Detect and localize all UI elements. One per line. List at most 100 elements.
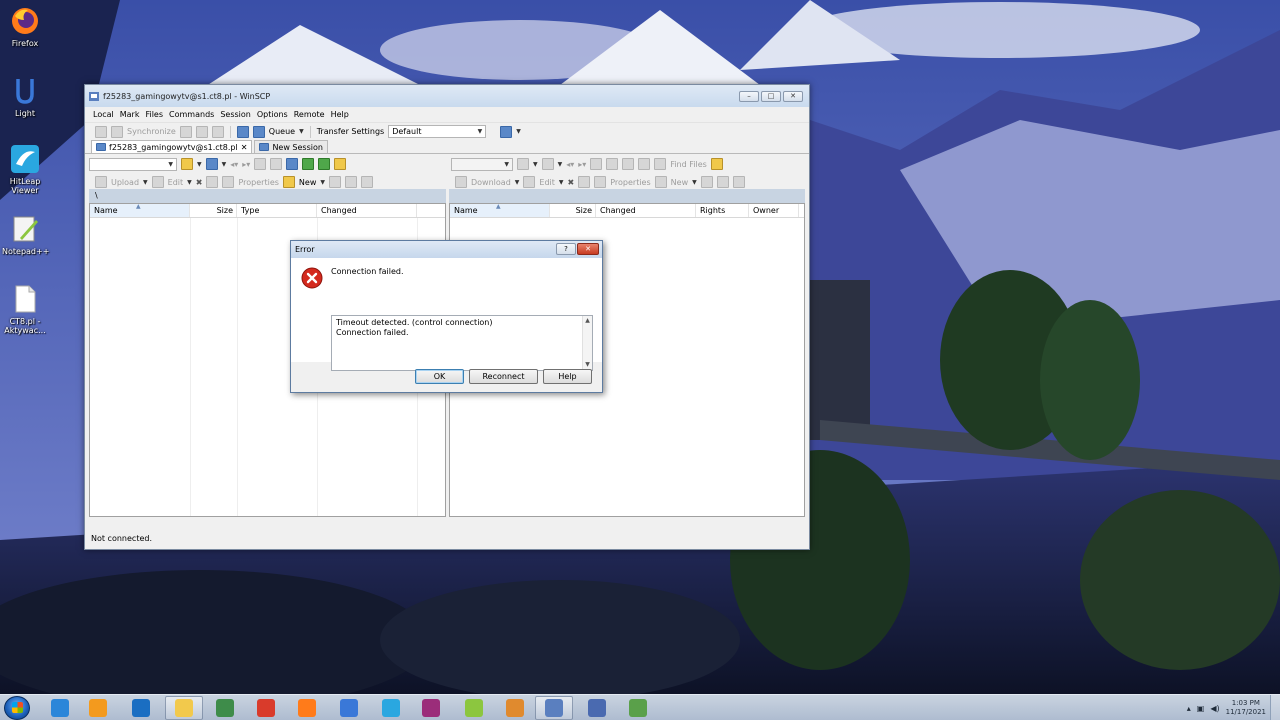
menu-session[interactable]: Session: [220, 110, 251, 119]
desktop-icon-hitleap[interactable]: HitLeap Viewer: [2, 144, 48, 195]
edit-button[interactable]: Edit: [168, 178, 184, 187]
col-name[interactable]: ▲ Name: [90, 203, 190, 217]
putty-icon[interactable]: [211, 125, 224, 138]
left-drive-select[interactable]: ▼: [89, 157, 177, 171]
chevron-down-icon[interactable]: ▼: [692, 179, 697, 186]
chevron-down-icon[interactable]: ▼: [143, 179, 148, 186]
tab-new-session[interactable]: New Session: [254, 140, 328, 153]
chevron-down-icon[interactable]: ▼: [558, 161, 563, 168]
back-arrow-icon[interactable]: ◂▾: [566, 160, 574, 169]
desktop-icon-firefox[interactable]: Firefox: [2, 6, 48, 48]
delete-x-icon[interactable]: ✖: [568, 178, 575, 187]
sync-icon[interactable]: [318, 158, 331, 170]
edit-icon[interactable]: [523, 176, 536, 188]
menu-options[interactable]: Options: [257, 110, 288, 119]
home-icon[interactable]: [286, 158, 299, 170]
chevron-down-icon[interactable]: ▼: [222, 161, 227, 168]
menu-help[interactable]: Help: [331, 110, 349, 119]
root-dir-icon[interactable]: [270, 158, 283, 170]
col-size[interactable]: Size: [550, 204, 596, 217]
close-button[interactable]: ✕: [783, 90, 803, 102]
taskbar-app-button[interactable]: [165, 696, 203, 720]
sync-browse-icon[interactable]: [111, 125, 123, 138]
taskbar-app-button[interactable]: [619, 696, 657, 720]
help-button[interactable]: Help: [543, 369, 592, 384]
select-minus-icon[interactable]: [716, 176, 729, 188]
find-files-button[interactable]: Find Files: [670, 160, 707, 169]
new-button[interactable]: New: [671, 178, 688, 187]
col-rights[interactable]: Rights: [696, 204, 749, 217]
properties-button[interactable]: Properties: [238, 178, 278, 187]
taskbar-app-button[interactable]: [288, 696, 326, 720]
desktop-icon-light[interactable]: Light: [2, 76, 48, 118]
terminal-icon[interactable]: [179, 125, 192, 138]
dialog-help-button[interactable]: ?: [556, 243, 576, 255]
show-desktop-button[interactable]: [1270, 695, 1280, 720]
download-icon[interactable]: [455, 176, 467, 188]
edit-icon[interactable]: [151, 176, 164, 188]
filter-icon[interactable]: [541, 158, 554, 170]
queue-button[interactable]: Queue: [269, 127, 295, 136]
menu-local[interactable]: Local: [93, 110, 114, 119]
preferences-gear-icon[interactable]: [236, 125, 249, 138]
edit-button[interactable]: Edit: [539, 178, 555, 187]
taskbar-app-button[interactable]: [412, 696, 450, 720]
tray-expand-icon[interactable]: ▴: [1187, 704, 1191, 713]
ok-button[interactable]: OK: [415, 369, 464, 384]
desktop-icon-ct8-file[interactable]: CT8.pl - Aktywac...: [2, 284, 48, 335]
refresh-icon[interactable]: [638, 158, 651, 170]
tab-session-f25283[interactable]: f25283_gamingowytv@s1.ct8.pl ✕: [91, 140, 253, 153]
clock[interactable]: 1:03 PM 11/17/2021: [1226, 699, 1266, 717]
bookmarks-icon[interactable]: [710, 158, 723, 170]
taskbar-app-button[interactable]: [122, 696, 160, 720]
transfer-settings-select[interactable]: Default ▼: [388, 125, 487, 138]
chevron-down-icon[interactable]: ▼: [197, 161, 202, 168]
find-files-icon[interactable]: [654, 158, 667, 170]
chevron-down-icon[interactable]: ▼: [559, 179, 564, 186]
upload-icon[interactable]: [95, 176, 107, 188]
parent-dir-icon[interactable]: [254, 158, 267, 170]
right-dir-select[interactable]: ▼: [451, 157, 513, 171]
dialog-titlebar[interactable]: Error ? ✕: [291, 241, 602, 258]
window-titlebar[interactable]: f25283_gamingowytv@s1.ct8.pl - WinSCP – …: [85, 85, 809, 107]
desktop-icon-notepadpp[interactable]: Notepad++: [2, 214, 49, 256]
select-plus-icon[interactable]: [329, 176, 341, 188]
col-type[interactable]: Type: [237, 204, 317, 217]
volume-icon[interactable]: ◀): [1210, 704, 1219, 713]
col-owner[interactable]: Owner: [749, 204, 799, 217]
network-icon[interactable]: ▣: [1197, 704, 1205, 713]
taskbar-app-button[interactable]: [330, 696, 368, 720]
properties-button[interactable]: Properties: [610, 178, 650, 187]
parent-dir-icon[interactable]: [590, 158, 603, 170]
select-filter-icon[interactable]: [361, 176, 373, 188]
dialog-close-button[interactable]: ✕: [577, 243, 599, 255]
select-filter-icon[interactable]: [732, 176, 745, 188]
compare-dirs-icon[interactable]: [95, 125, 107, 138]
taskbar-app-button[interactable]: [206, 696, 244, 720]
new-button[interactable]: New: [299, 178, 316, 187]
col-name[interactable]: ▲ Name: [450, 203, 550, 217]
open-folder-icon[interactable]: [181, 158, 193, 170]
new-folder-icon[interactable]: [282, 176, 295, 188]
col-size[interactable]: Size: [190, 204, 237, 217]
synchronize-button[interactable]: Synchronize: [127, 127, 176, 136]
taskbar-app-button[interactable]: [247, 696, 285, 720]
col-changed[interactable]: Changed: [596, 204, 696, 217]
menu-remote[interactable]: Remote: [294, 110, 325, 119]
minimize-button[interactable]: –: [739, 90, 759, 102]
filter-icon[interactable]: [205, 158, 218, 170]
col-changed[interactable]: Changed: [317, 204, 417, 217]
reconnect-button[interactable]: Reconnect: [469, 369, 538, 384]
delete-x-icon[interactable]: ✖: [196, 178, 203, 187]
transfer-presets-icon[interactable]: [500, 125, 513, 138]
chevron-down-icon[interactable]: ▼: [320, 179, 325, 186]
back-arrow-icon[interactable]: ◂▾: [230, 160, 238, 169]
forward-arrow-icon[interactable]: ▸▾: [578, 160, 586, 169]
taskbar-app-button[interactable]: [535, 696, 573, 720]
bookmarks-icon[interactable]: [334, 158, 347, 170]
root-dir-icon[interactable]: [606, 158, 619, 170]
taskbar-app-button[interactable]: [496, 696, 534, 720]
chevron-down-icon[interactable]: ▼: [299, 128, 304, 135]
open-dir-icon[interactable]: [517, 158, 529, 170]
scroll-up-icon[interactable]: ▲: [583, 316, 592, 326]
